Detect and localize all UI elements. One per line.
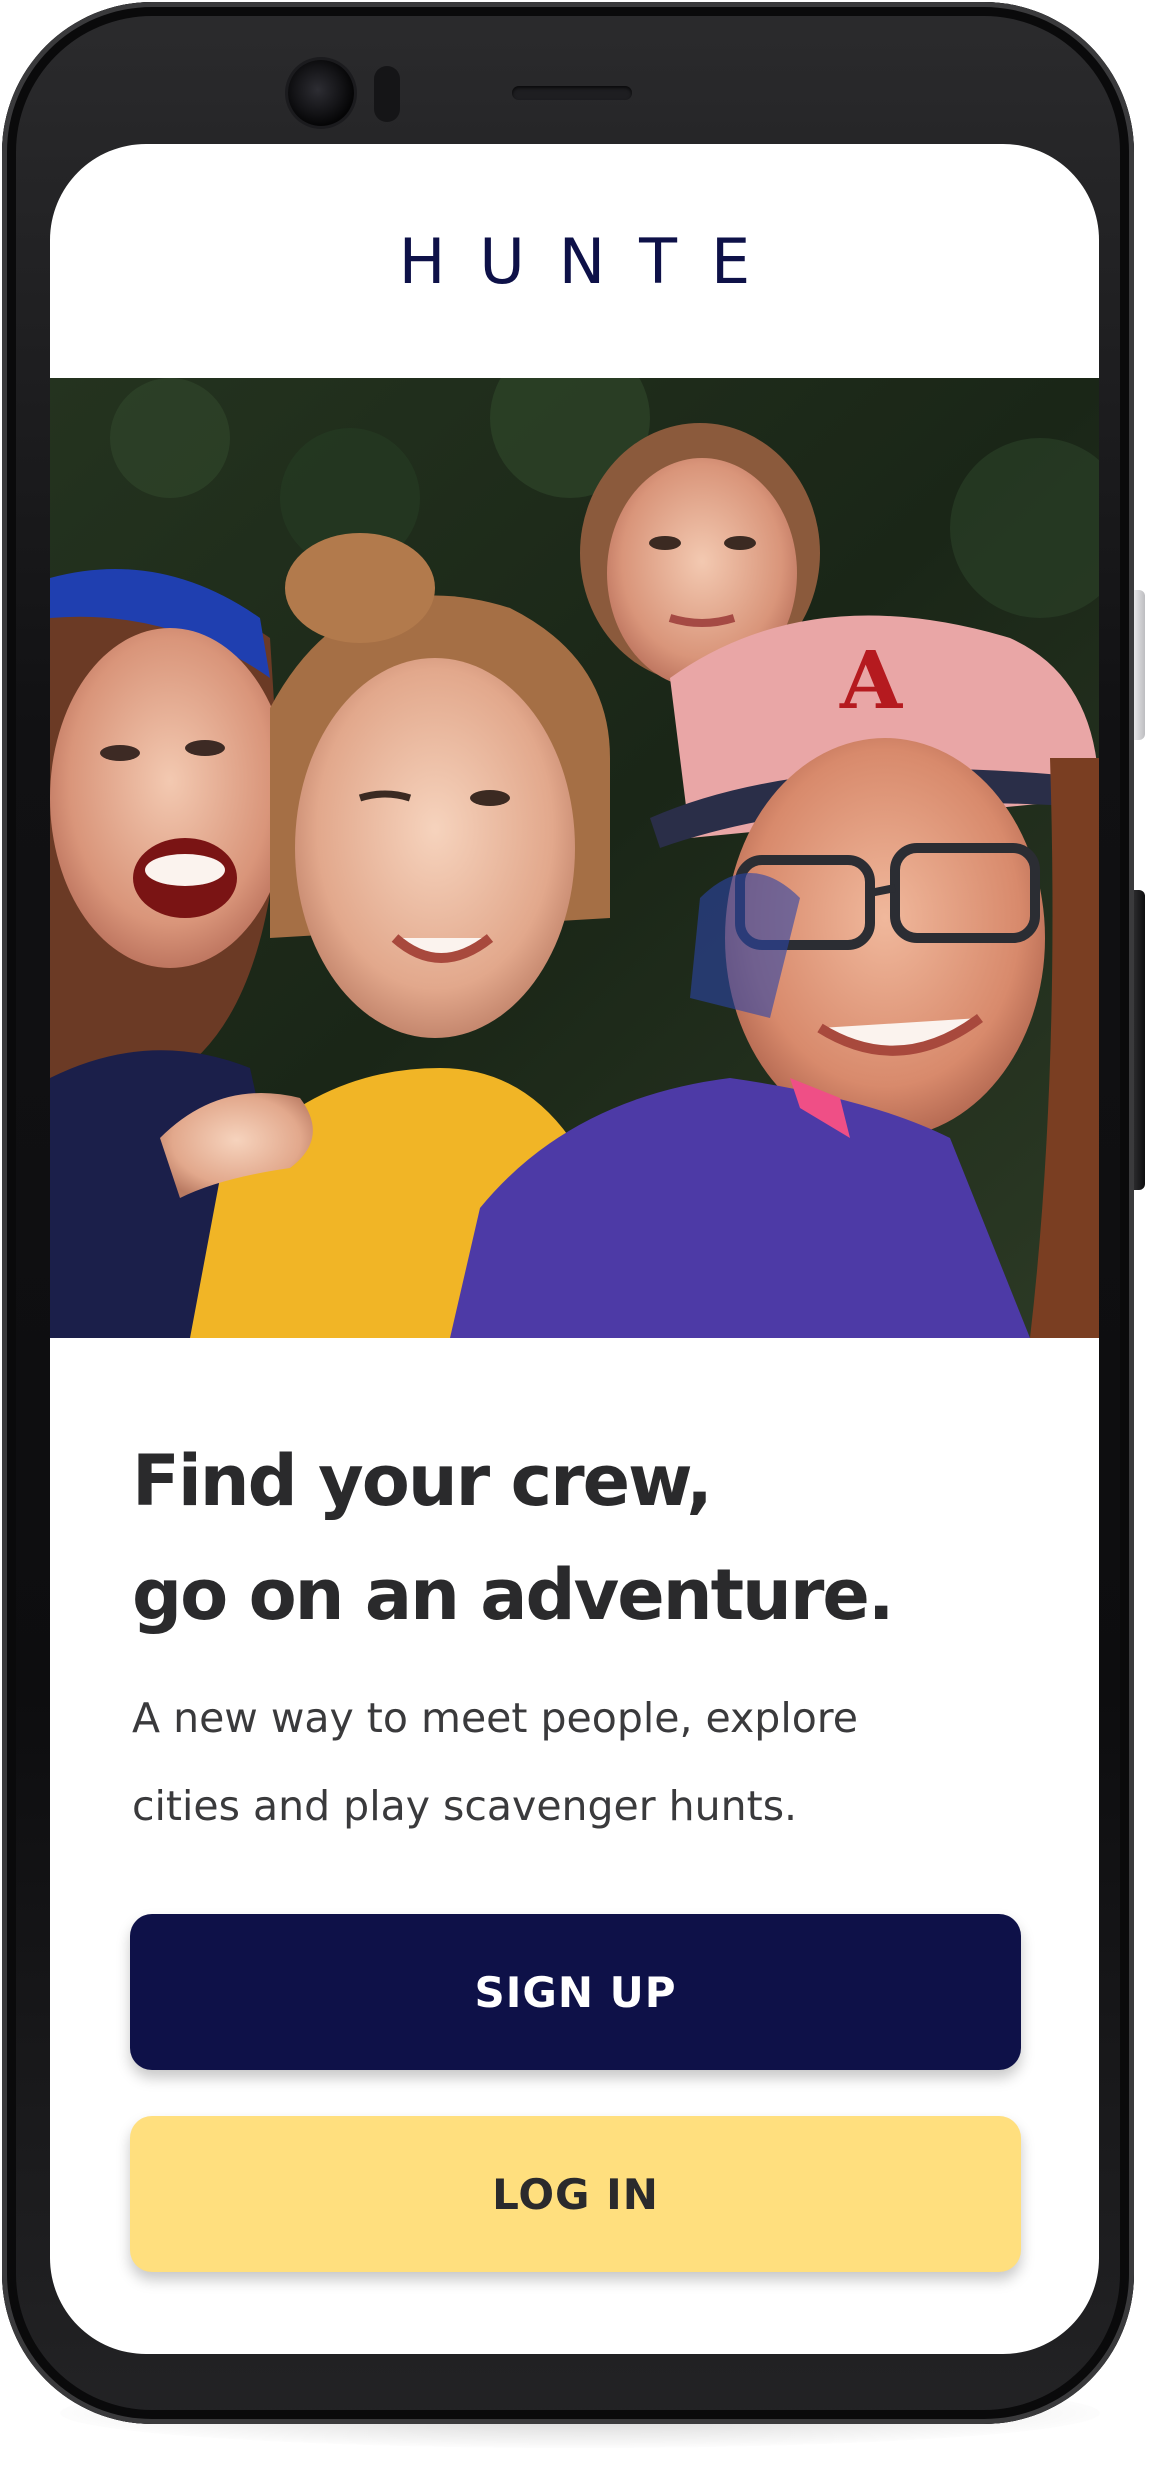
device-mockup: HUNTE A Find your crew, go on an adventu… <box>0 0 1154 2478</box>
sensor-icon <box>374 66 400 122</box>
tagline: A new way to meet people, explore cities… <box>132 1674 1032 1850</box>
headline: Find your crew, go on an adventure. <box>132 1424 1052 1652</box>
log-in-button[interactable]: LOG IN <box>130 2116 1021 2272</box>
brand-header: HUNTE <box>50 144 1099 378</box>
hero-photo: A <box>50 378 1099 1338</box>
tagline-line-2: cities and play scavenger hunts. <box>132 1782 798 1830</box>
svg-text:A: A <box>839 633 903 727</box>
app-screen: HUNTE A Find your crew, go on an adventu… <box>50 144 1099 2354</box>
tagline-line-1: A new way to meet people, explore <box>132 1694 858 1742</box>
headline-line-2: go on an adventure. <box>132 1554 894 1636</box>
phone-frame: HUNTE A Find your crew, go on an adventu… <box>2 2 1134 2424</box>
power-button <box>1134 590 1145 740</box>
headline-line-1: Find your crew, <box>132 1440 713 1522</box>
brand-logo: HUNTE <box>398 224 785 298</box>
earpiece-speaker <box>512 86 632 100</box>
front-camera-icon <box>288 60 354 126</box>
sign-up-button[interactable]: SIGN UP <box>130 1914 1021 2070</box>
hero-image: A <box>50 378 1099 1338</box>
volume-button <box>1134 890 1145 1190</box>
